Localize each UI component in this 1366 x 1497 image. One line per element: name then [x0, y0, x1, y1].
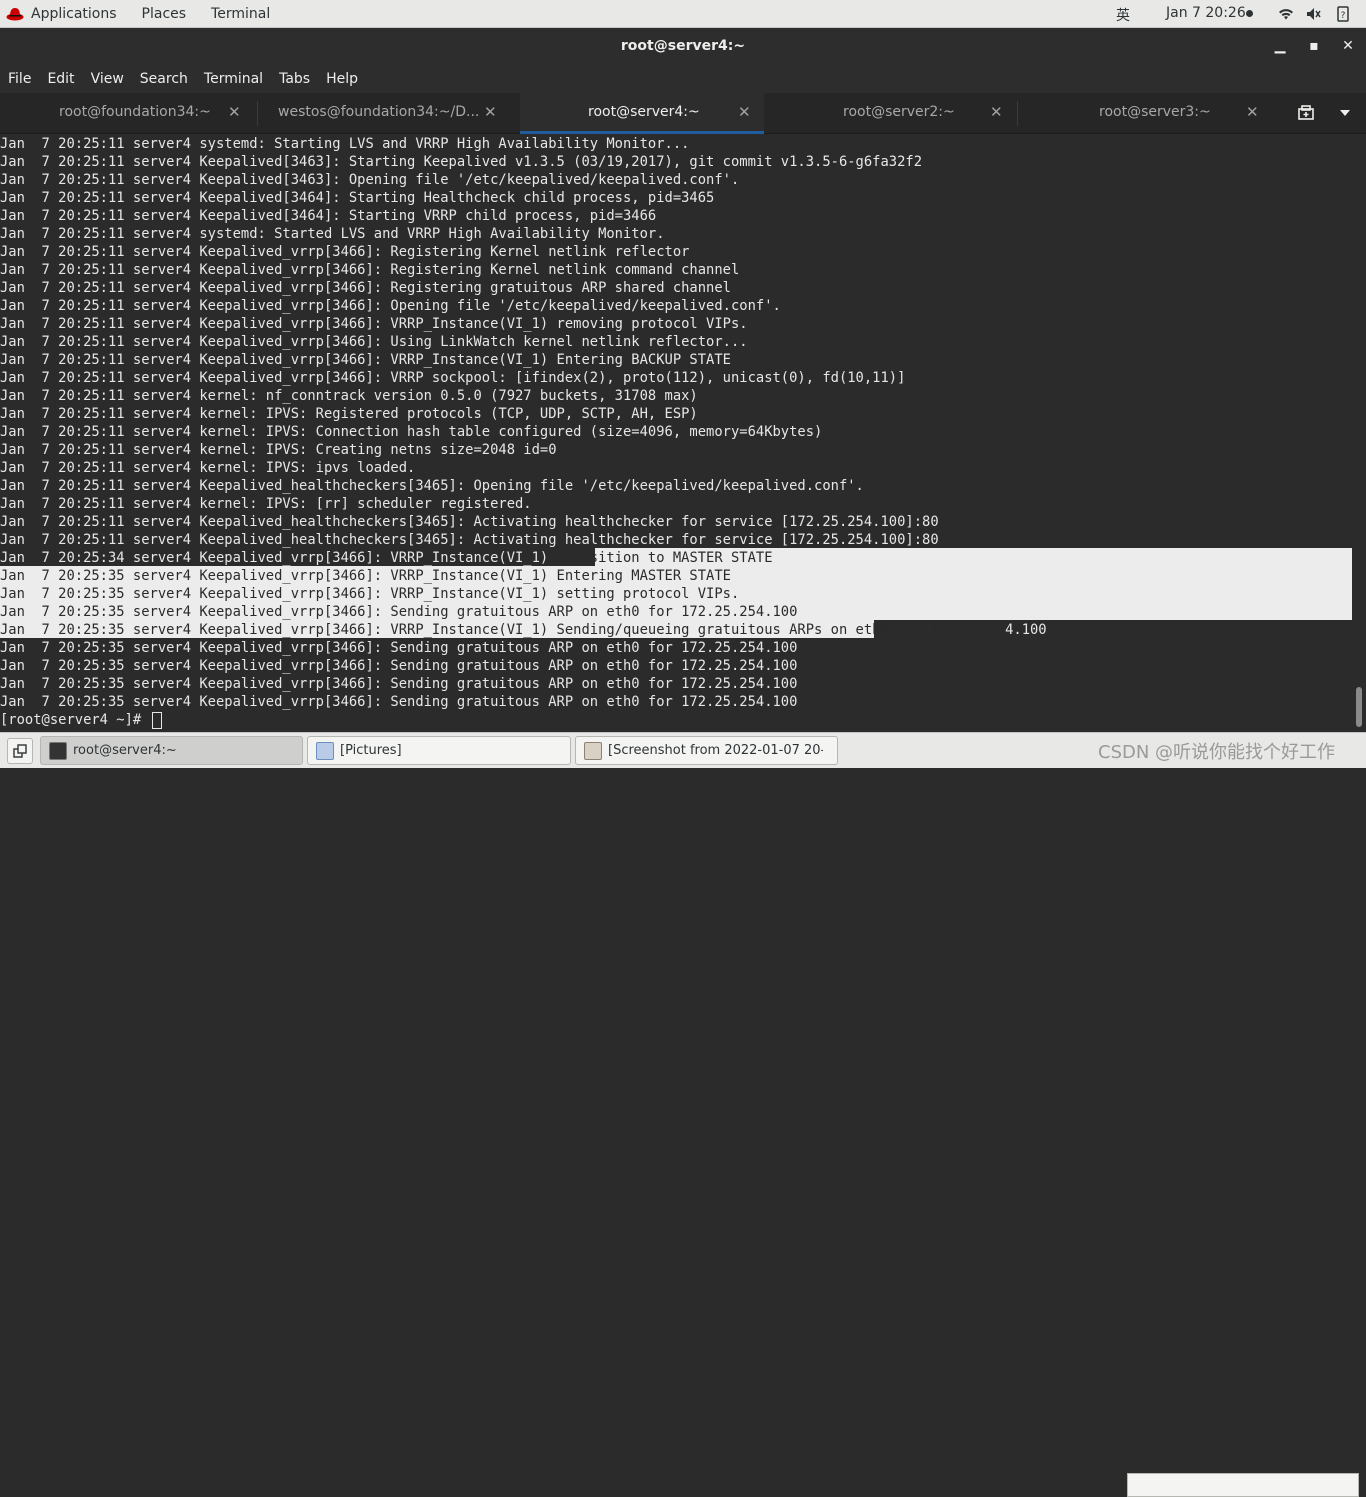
tab-westos-foundation34[interactable]: westos@foundation34:~/D... ✕	[258, 93, 520, 134]
tab-close-icon[interactable]: ✕	[990, 103, 1003, 121]
terminal-line: Jan 7 20:25:11 server4 kernel: IPVS: Con…	[0, 424, 823, 440]
terminal-line: Jan 7 20:25:35 server4 Keepalived_vrrp[3…	[0, 676, 798, 692]
tab-label: root@server3:~	[1099, 104, 1211, 120]
terminal-line: Jan 7 20:25:11 server4 Keepalived_vrrp[3…	[0, 334, 748, 350]
terminal-line: Jan 7 20:25:11 server4 Keepalived_vrrp[3…	[0, 244, 690, 260]
terminal-scrollbar[interactable]	[1352, 134, 1366, 732]
terminal-line: Jan 7 20:25:11 server4 kernel: IPVS: ipv…	[0, 460, 416, 476]
menu-tabs[interactable]: Tabs	[279, 71, 310, 87]
top-bar: Applications Places Terminal 英 Jan 7 20:…	[0, 0, 1366, 28]
terminal-line: Jan 7 20:25:11 server4 Keepalived_vrrp[3…	[0, 352, 731, 368]
shell-prompt[interactable]: [root@server4 ~]#	[0, 711, 162, 729]
image-viewer-icon	[584, 741, 602, 760]
chevron-down-icon[interactable]	[1340, 110, 1350, 117]
menu-search[interactable]: Search	[140, 71, 188, 87]
tab-label: westos@foundation34:~/D...	[278, 104, 480, 120]
svg-text:?: ?	[1341, 11, 1346, 21]
window-title: root@server4:~	[620, 38, 746, 54]
notification-dot-icon	[1246, 10, 1253, 17]
menu-bar: File Edit View Search Terminal Tabs Help	[0, 64, 1366, 93]
tab-root-server3[interactable]: root@server3:~ ✕	[1018, 93, 1276, 134]
menu-file[interactable]: File	[8, 71, 31, 87]
tab-close-icon[interactable]: ✕	[228, 103, 241, 121]
terminal-line: Jan 7 20:25:11 server4 Keepalived_vrrp[3…	[0, 298, 781, 314]
tab-label: root@server2:~	[843, 104, 955, 120]
terminal-line: Jan 7 20:25:35 server4 Keepalived_vrrp[3…	[0, 604, 798, 620]
taskbar-label: [Screenshot from 2022-01-07 20-...	[608, 743, 823, 758]
volume-icon[interactable]	[1305, 6, 1321, 22]
show-desktop-button[interactable]	[7, 738, 33, 764]
scrollbar-thumb[interactable]	[1356, 687, 1362, 727]
clock[interactable]: Jan 7 20:26	[1166, 5, 1246, 21]
window-titlebar[interactable]: root@server4:~ ▁ ▪ ✕	[0, 28, 1366, 64]
close-icon[interactable]: ✕	[1338, 36, 1358, 56]
taskbar-label: [Pictures]	[340, 743, 402, 758]
terminal-line: Jan 7 20:25:35 server4 Keepalived_vrrp[3…	[0, 622, 1047, 638]
maximize-icon[interactable]: ▪	[1304, 36, 1324, 56]
menu-help[interactable]: Help	[326, 71, 358, 87]
terminal-line: Jan 7 20:25:34 server4 Keepalived_vrrp[3…	[0, 550, 773, 566]
power-icon[interactable]: ?	[1335, 6, 1351, 22]
terminal-line: Jan 7 20:25:11 server4 Keepalived[3464]:…	[0, 208, 657, 224]
input-method-indicator[interactable]: 英	[1116, 5, 1130, 25]
terminal-line: Jan 7 20:25:11 server4 systemd: Started …	[0, 226, 665, 242]
workspace-switcher[interactable]	[1127, 1473, 1359, 1497]
tab-root-server4[interactable]: root@server4:~ ✕	[520, 93, 764, 134]
menu-edit[interactable]: Edit	[47, 71, 74, 87]
tab-close-icon[interactable]: ✕	[738, 103, 751, 121]
terminal-line: Jan 7 20:25:11 server4 Keepalived[3463]:…	[0, 172, 740, 188]
tab-label: root@foundation34:~	[59, 104, 211, 120]
menu-view[interactable]: View	[91, 71, 124, 87]
folder-icon	[316, 741, 334, 760]
terminal-line: Jan 7 20:25:11 server4 Keepalived_health…	[0, 514, 939, 530]
taskbar-item-terminal[interactable]: root@server4:~	[40, 736, 303, 765]
terminal-line: Jan 7 20:25:35 server4 Keepalived_vrrp[3…	[0, 694, 798, 710]
terminal-line: Jan 7 20:25:11 server4 kernel: IPVS: Cre…	[0, 442, 557, 458]
new-tab-icon[interactable]	[1297, 105, 1315, 121]
tab-root-foundation34[interactable]: root@foundation34:~ ✕	[0, 93, 258, 134]
terminal-line: Jan 7 20:25:11 server4 Keepalived_health…	[0, 478, 864, 494]
terminal-line: Jan 7 20:25:11 server4 systemd: Starting…	[0, 136, 690, 152]
applications-menu[interactable]: Applications	[0, 6, 142, 22]
minimize-icon[interactable]: ▁	[1270, 36, 1290, 56]
terminal-line: Jan 7 20:25:11 server4 kernel: IPVS: Reg…	[0, 406, 698, 422]
terminal-line: Jan 7 20:25:11 server4 Keepalived_vrrp[3…	[0, 370, 906, 386]
terminal-app-menu[interactable]: Terminal	[211, 6, 270, 22]
wifi-icon[interactable]	[1278, 6, 1294, 22]
redhat-icon	[6, 7, 24, 20]
terminal-line: Jan 7 20:25:35 server4 Keepalived_vrrp[3…	[0, 640, 798, 656]
workspace-icon	[13, 744, 27, 758]
menu-terminal[interactable]: Terminal	[204, 71, 263, 87]
terminal-line: Jan 7 20:25:11 server4 kernel: IPVS: [rr…	[0, 496, 532, 512]
terminal-line: Jan 7 20:25:11 server4 Keepalived_vrrp[3…	[0, 316, 748, 332]
terminal-line: Jan 7 20:25:35 server4 Keepalived_vrrp[3…	[0, 568, 731, 584]
applications-label[interactable]: Applications	[31, 6, 117, 22]
tab-bar: root@foundation34:~ ✕ westos@foundation3…	[0, 93, 1366, 134]
terminal-line: Jan 7 20:25:11 server4 Keepalived_vrrp[3…	[0, 280, 731, 296]
terminal-icon	[49, 741, 67, 760]
terminal-line: Jan 7 20:25:11 server4 Keepalived_health…	[0, 532, 939, 548]
terminal-line: Jan 7 20:25:35 server4 Keepalived_vrrp[3…	[0, 658, 798, 674]
terminal-line: Jan 7 20:25:11 server4 Keepalived_vrrp[3…	[0, 262, 740, 278]
taskbar-item-screenshot[interactable]: [Screenshot from 2022-01-07 20-...	[575, 736, 838, 765]
terminal-line: Jan 7 20:25:11 server4 Keepalived[3463]:…	[0, 154, 923, 170]
tab-label: root@server4:~	[588, 104, 700, 120]
places-menu[interactable]: Places	[142, 6, 187, 22]
terminal-line: Jan 7 20:25:35 server4 Keepalived_vrrp[3…	[0, 586, 740, 602]
tab-root-server2[interactable]: root@server2:~ ✕	[764, 93, 1018, 134]
terminal-output[interactable]: Jan 7 20:25:11 server4 systemd: Starting…	[0, 134, 1352, 732]
taskbar-item-pictures[interactable]: [Pictures]	[307, 736, 571, 765]
taskbar-label: root@server4:~	[73, 743, 177, 758]
tab-close-icon[interactable]: ✕	[1246, 103, 1259, 121]
watermark: CSDN @听说你能找个好工作	[1098, 742, 1336, 763]
tab-close-icon[interactable]: ✕	[484, 103, 497, 121]
terminal-line: Jan 7 20:25:11 server4 kernel: nf_conntr…	[0, 388, 698, 404]
terminal-line: Jan 7 20:25:11 server4 Keepalived[3464]:…	[0, 190, 715, 206]
text-cursor	[151, 711, 162, 729]
